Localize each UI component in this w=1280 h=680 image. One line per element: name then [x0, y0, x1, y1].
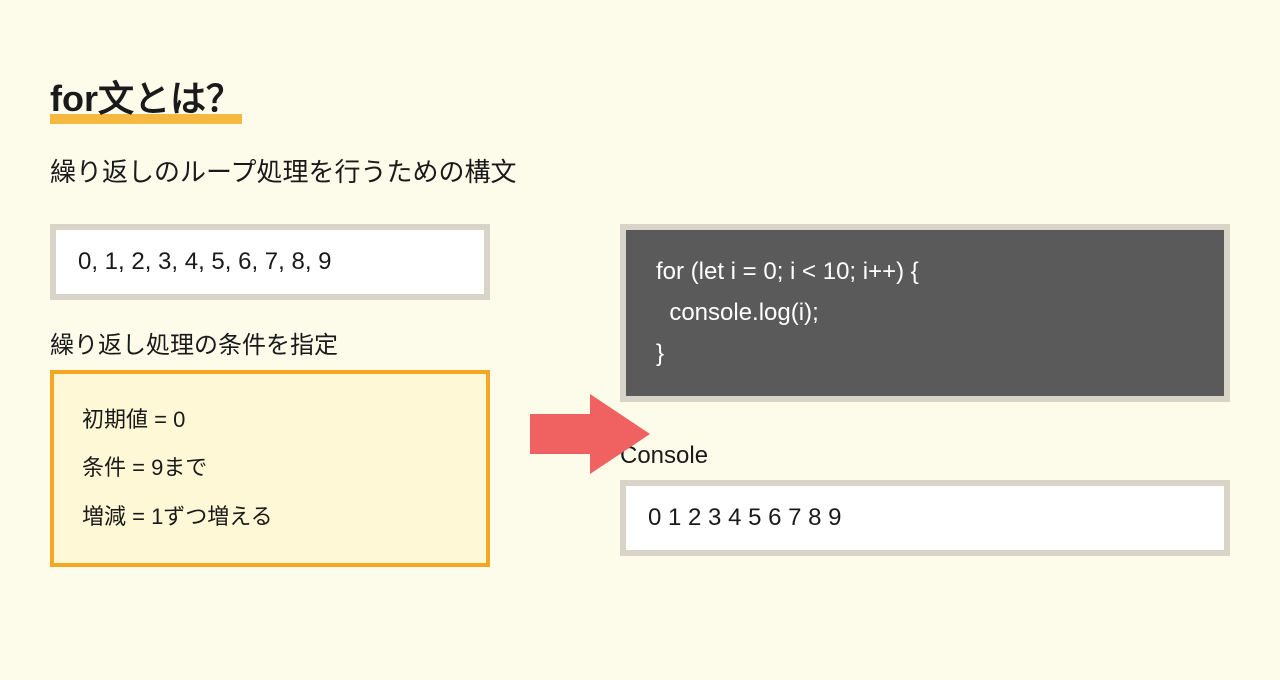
- condition-label: 繰り返し処理の条件を指定: [50, 325, 490, 360]
- condition-step: 増減 = 1ずつ増える: [82, 493, 458, 541]
- expected-output-box: 0, 1, 2, 3, 4, 5, 6, 7, 8, 9: [50, 224, 490, 300]
- content-area: 0, 1, 2, 3, 4, 5, 6, 7, 8, 9 繰り返し処理の条件を指…: [50, 224, 1230, 567]
- code-box: for (let i = 0; i < 10; i++) { console.l…: [620, 224, 1230, 402]
- arrow-icon: [530, 394, 650, 474]
- condition-initial: 初期値 = 0: [82, 396, 458, 444]
- condition-box: 初期値 = 0 条件 = 9まで 増減 = 1ずつ増える: [50, 370, 490, 567]
- page-subtitle: 繰り返しのループ処理を行うための構文: [50, 152, 1230, 189]
- condition-range: 条件 = 9まで: [82, 444, 458, 492]
- console-output-box: 0 1 2 3 4 5 6 7 8 9: [620, 480, 1230, 556]
- page-title: for文とは？: [50, 70, 242, 122]
- right-column: for (let i = 0; i < 10; i++) { console.l…: [620, 224, 1230, 567]
- console-label: Console: [620, 442, 1230, 470]
- left-column: 0, 1, 2, 3, 4, 5, 6, 7, 8, 9 繰り返し処理の条件を指…: [50, 224, 490, 567]
